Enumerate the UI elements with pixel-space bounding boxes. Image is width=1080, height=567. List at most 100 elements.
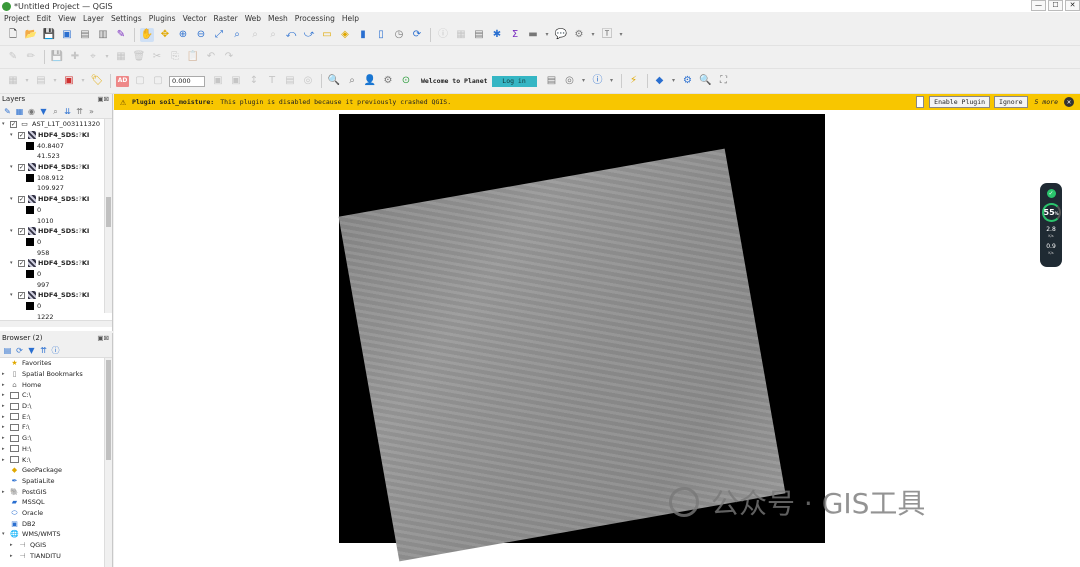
planet-dropdown-icon[interactable]: ▾ xyxy=(581,74,587,88)
vertex-dropdown-icon[interactable]: ▾ xyxy=(104,50,110,64)
annotations-icon[interactable]: ⚙ xyxy=(572,28,586,42)
zoom-selection-icon[interactable]: ⌕ xyxy=(230,28,244,42)
expand-arrow-icon[interactable]: ▸ xyxy=(2,446,10,452)
layers-vertical-scrollbar[interactable] xyxy=(104,119,112,313)
browser-item[interactable]: ▸ ⊣ TIANDITU xyxy=(2,550,112,561)
collapse-browser-icon[interactable]: ⇈ xyxy=(39,346,48,355)
filter-browser-icon[interactable]: ▼ xyxy=(27,346,36,355)
new-map-view-icon[interactable]: ▭ xyxy=(320,28,334,42)
browser-item[interactable]: ▸ H:\ xyxy=(2,444,112,455)
layer-row[interactable]: ▾ ✓ HDF4_SDS: ? KI xyxy=(2,258,112,269)
paste-features-icon[interactable]: 📋 xyxy=(186,50,200,64)
deselect-features-icon[interactable]: ▦ xyxy=(6,74,20,88)
current-edits-icon[interactable]: ✎ xyxy=(6,50,20,64)
planet-icon[interactable]: ⊙ xyxy=(399,74,413,88)
new-bookmark-icon[interactable]: ▮ xyxy=(356,28,370,42)
select-all-dropdown-icon[interactable]: ▾ xyxy=(80,74,86,88)
offset-input[interactable]: 0.000 xyxy=(169,75,205,87)
text-annotation-dropdown-icon[interactable]: ▾ xyxy=(618,28,624,42)
layout-manager-icon[interactable]: ▥ xyxy=(96,28,110,42)
close-message-icon[interactable]: ✕ xyxy=(1064,97,1074,107)
layer-row[interactable]: ▾ ✓ HDF4_SDS: ? KI xyxy=(2,162,112,173)
layer-search-icon[interactable]: ⌕ xyxy=(345,74,359,88)
digitize-tool-icon[interactable]: ▢ xyxy=(133,74,147,88)
scrollbar-thumb[interactable] xyxy=(106,360,111,460)
label-show-hide-icon[interactable]: ▣ xyxy=(229,74,243,88)
copy-features-icon[interactable]: ⎘ xyxy=(168,50,182,64)
menu-vector[interactable]: Vector xyxy=(183,14,207,23)
layer-row[interactable]: ▾ ✓ HDF4_SDS: ? KI xyxy=(2,226,112,237)
collapse-all-icon[interactable]: ⇈ xyxy=(75,107,84,116)
text-annotation-icon[interactable]: 🅃 xyxy=(600,28,614,42)
refresh-browser-icon[interactable]: ⟳ xyxy=(15,346,24,355)
label-pin-icon[interactable]: ▣ xyxy=(211,74,225,88)
menu-web[interactable]: Web xyxy=(245,14,261,23)
zoom-out-icon[interactable]: ⊖ xyxy=(194,28,208,42)
collapse-arrow-icon[interactable]: ▾ xyxy=(10,292,18,298)
add-selected-layers-icon[interactable]: ▤ xyxy=(3,346,12,355)
show-bookmarks-icon[interactable]: ▯ xyxy=(374,28,388,42)
layer-checkbox[interactable]: ✓ xyxy=(18,131,25,139)
menu-processing[interactable]: Processing xyxy=(295,14,335,23)
style-manager-icon[interactable]: ✎ xyxy=(114,28,128,42)
expand-arrow-icon[interactable]: ▸ xyxy=(2,457,10,463)
menu-edit[interactable]: Edit xyxy=(37,14,52,23)
select-features-icon[interactable]: ▦ xyxy=(454,28,468,42)
menu-help[interactable]: Help xyxy=(342,14,359,23)
diagram-icon[interactable]: ◎ xyxy=(301,74,315,88)
menu-project[interactable]: Project xyxy=(4,14,30,23)
collapse-arrow-icon[interactable]: ▾ xyxy=(10,132,18,138)
select-all-icon[interactable]: ▣ xyxy=(62,74,76,88)
measure-dropdown-icon[interactable]: ▾ xyxy=(544,28,550,42)
layer-checkbox[interactable]: ✓ xyxy=(10,120,17,128)
layer-checkbox[interactable]: ✓ xyxy=(18,163,25,171)
collapse-arrow-icon[interactable]: ▾ xyxy=(10,260,18,266)
add-layer-icon[interactable]: ◆ xyxy=(653,74,667,88)
add-group-icon[interactable]: ▦ xyxy=(15,107,24,116)
menu-raster[interactable]: Raster xyxy=(213,14,237,23)
layers-horizontal-scrollbar[interactable] xyxy=(0,320,112,327)
new-3d-view-icon[interactable]: ◈ xyxy=(338,28,352,42)
layer-checkbox[interactable]: ✓ xyxy=(18,259,25,267)
collapse-arrow-icon[interactable]: ▾ xyxy=(10,196,18,202)
collapse-arrow-icon[interactable]: ▾ xyxy=(10,164,18,170)
ad-button[interactable]: AD xyxy=(116,75,129,87)
statistical-summary-icon[interactable]: Σ xyxy=(508,28,522,42)
toggle-editing-icon[interactable]: ✏ xyxy=(24,50,38,64)
attribute-table-icon[interactable]: ▤ xyxy=(472,28,486,42)
menu-layer[interactable]: Layer xyxy=(83,14,104,23)
browser-item[interactable]: ▸ 🐘 PostGIS xyxy=(2,486,112,497)
menu-view[interactable]: View xyxy=(58,14,76,23)
expand-all-icon[interactable]: ⇊ xyxy=(63,107,72,116)
scrollbar-thumb[interactable] xyxy=(106,197,111,227)
user-icon[interactable]: 👤 xyxy=(363,74,377,88)
browser-item[interactable]: ▾ 🌐 WMS/WMTS xyxy=(2,529,112,540)
network-monitor-widget[interactable]: ✓ 55% 2.8 K/s 0.9 K/s xyxy=(1040,183,1062,267)
layer-group-row[interactable]: ▾ ✓ ▭ AST_L1T_003111320 xyxy=(2,119,112,130)
expand-arrow-icon[interactable]: ▸ xyxy=(2,489,10,495)
fullscreen-icon[interactable]: ⛶ xyxy=(717,74,731,88)
browser-item[interactable]: ▸ E:\ xyxy=(2,411,112,422)
search-icon[interactable]: 🔍 xyxy=(327,74,341,88)
settings-tool-icon[interactable]: ⚙ xyxy=(381,74,395,88)
browser-item[interactable]: ▸ ⊣ QGIS xyxy=(2,540,112,551)
planet-settings-icon[interactable]: ◎ xyxy=(563,74,577,88)
info-icon[interactable]: ⓘ xyxy=(591,74,605,88)
ignore-button[interactable]: Ignore xyxy=(994,96,1028,108)
layer-checkbox[interactable]: ✓ xyxy=(18,195,25,203)
save-project-icon[interactable]: 💾 xyxy=(42,28,56,42)
annotations-dropdown-icon[interactable]: ▾ xyxy=(590,28,596,42)
browser-item[interactable]: ▸ ⌂ Home xyxy=(2,379,112,390)
print-layout-icon[interactable]: ▤ xyxy=(78,28,92,42)
expand-arrow-icon[interactable]: ▸ xyxy=(10,553,18,559)
refresh-icon[interactable]: ⟳ xyxy=(410,28,424,42)
processing-gear-icon[interactable]: ⚙ xyxy=(681,74,695,88)
zoom-next-icon[interactable]: ⤻ xyxy=(302,28,316,42)
layer-row[interactable]: ▾ ✓ HDF4_SDS: ? KI xyxy=(2,290,112,301)
browser-item[interactable]: ▸ K:\ xyxy=(2,454,112,465)
expand-arrow-icon[interactable]: ▸ xyxy=(2,403,10,409)
properties-icon[interactable]: ⓘ xyxy=(51,346,60,355)
browser-item[interactable]: ▸ F:\ xyxy=(2,422,112,433)
browser-item[interactable]: ▣ DB2 xyxy=(2,518,112,529)
expand-arrow-icon[interactable]: ▸ xyxy=(2,435,10,441)
